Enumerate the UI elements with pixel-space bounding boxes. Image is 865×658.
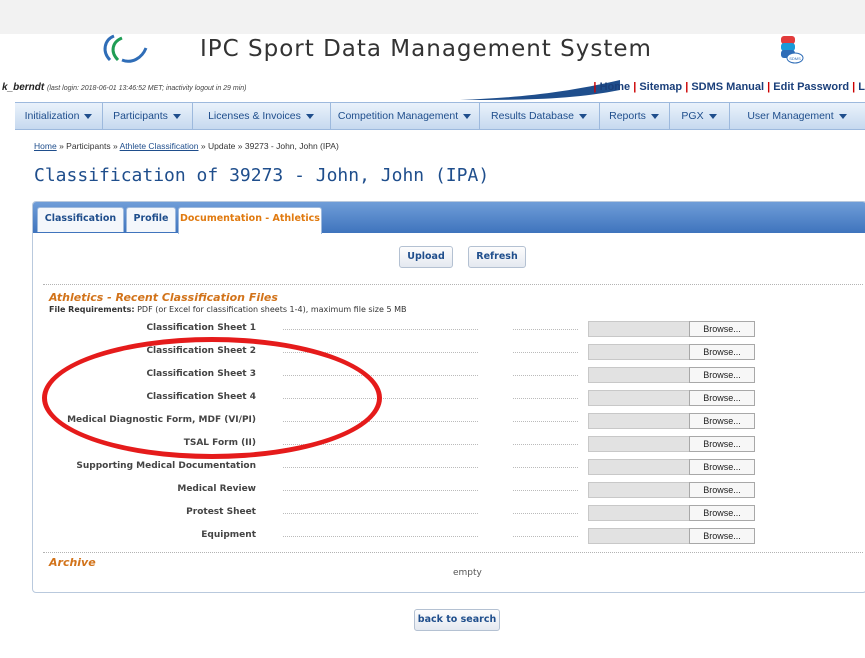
sdms-database-icon: SDMS	[781, 36, 804, 64]
file-input[interactable]	[588, 482, 690, 498]
file-input[interactable]	[588, 413, 690, 429]
file-input[interactable]	[588, 321, 690, 337]
chevron-down-icon	[305, 113, 314, 119]
top-band	[0, 0, 865, 34]
archive-title: Archive	[49, 556, 96, 569]
file-label: Classification Sheet 1	[146, 323, 256, 333]
breadcrumb-participants: Participants	[66, 141, 111, 151]
menu-reports[interactable]: Reports	[599, 103, 670, 129]
chevron-down-icon	[708, 113, 717, 119]
section-divider	[43, 552, 863, 553]
link-edit-password[interactable]: Edit Password	[773, 81, 849, 93]
tab-classification[interactable]: Classification	[37, 207, 124, 232]
chevron-down-icon	[84, 113, 93, 119]
chevron-down-icon	[463, 113, 472, 119]
browse-button[interactable]: Browse...	[689, 436, 755, 452]
browse-button[interactable]: Browse...	[689, 505, 755, 521]
file-row: Protest Sheet Browse...	[33, 501, 865, 524]
main-menu: Initialization Participants Licenses & I…	[15, 102, 865, 130]
ipc-logo-icon	[103, 34, 148, 63]
back-to-search-button[interactable]: back to search	[414, 609, 500, 631]
file-label: Equipment	[201, 530, 256, 540]
menu-competition-management[interactable]: Competition Management	[330, 103, 480, 129]
browse-button[interactable]: Browse...	[689, 528, 755, 544]
file-input[interactable]	[588, 528, 690, 544]
menu-licenses-invoices[interactable]: Licenses & Invoices	[192, 103, 331, 129]
browse-button[interactable]: Browse...	[689, 459, 755, 475]
menu-pgx[interactable]: PGX	[669, 103, 730, 129]
section-divider	[43, 284, 863, 285]
tab-strip: Classification Profile Documentation - A…	[33, 202, 865, 234]
file-input[interactable]	[588, 459, 690, 475]
red-annotation-circle	[42, 337, 382, 459]
page-title: Classification of 39273 - John, John (IP…	[34, 165, 490, 186]
browse-button[interactable]: Browse...	[689, 413, 755, 429]
file-row: Medical Review Browse...	[33, 478, 865, 501]
link-logout[interactable]: L	[858, 81, 865, 93]
file-row: Equipment Browse...	[33, 524, 865, 547]
top-links: | Home | Sitemap | SDMS Manual | Edit Pa…	[593, 81, 865, 93]
app-header: IPC Sport Data Management System SDMS	[0, 34, 865, 64]
file-row: Supporting Medical Documentation Browse.…	[33, 455, 865, 478]
menu-results-database[interactable]: Results Database	[479, 103, 600, 129]
file-row: Classification Sheet 1 Browse...	[33, 317, 865, 340]
file-input[interactable]	[588, 436, 690, 452]
breadcrumb-current: 39273 - John, John (IPA)	[244, 141, 339, 151]
menu-user-management[interactable]: User Management	[729, 103, 865, 129]
file-input[interactable]	[588, 390, 690, 406]
breadcrumb-home[interactable]: Home	[34, 141, 57, 151]
sdms-logo-text: SDMS	[789, 56, 801, 61]
login-info: (last login: 2018-06-01 13:46:52 MET; in…	[47, 85, 247, 92]
username: k_berndt	[2, 82, 45, 93]
browse-button[interactable]: Browse...	[689, 321, 755, 337]
browse-button[interactable]: Browse...	[689, 390, 755, 406]
link-sdms-manual[interactable]: SDMS Manual	[691, 81, 764, 93]
link-sitemap[interactable]: Sitemap	[639, 81, 682, 93]
file-label: Medical Review	[177, 484, 256, 494]
chevron-down-icon	[578, 113, 587, 119]
file-label: Supporting Medical Documentation	[76, 461, 256, 471]
recent-files-title: Athletics - Recent Classification Files	[49, 291, 278, 304]
browse-button[interactable]: Browse...	[689, 367, 755, 383]
app-title: IPC Sport Data Management System	[200, 36, 652, 62]
breadcrumb: Home » Participants » Athlete Classifica…	[34, 141, 339, 151]
file-input[interactable]	[588, 505, 690, 521]
file-input[interactable]	[588, 344, 690, 360]
link-home[interactable]: Home	[600, 81, 631, 93]
file-label: Protest Sheet	[186, 507, 256, 517]
user-bar: k_berndt (last login: 2018-06-01 13:46:5…	[0, 80, 865, 96]
breadcrumb-update: Update	[208, 141, 236, 151]
tab-profile[interactable]: Profile	[126, 207, 176, 232]
file-requirements: File Requirements: PDF (or Excel for cla…	[49, 305, 407, 314]
file-input[interactable]	[588, 367, 690, 383]
menu-initialization[interactable]: Initialization	[15, 103, 103, 129]
refresh-button[interactable]: Refresh	[468, 246, 526, 268]
chevron-down-icon	[838, 113, 847, 119]
browse-button[interactable]: Browse...	[689, 344, 755, 360]
chevron-down-icon	[650, 113, 659, 119]
chevron-down-icon	[172, 113, 181, 119]
tab-documentation-athletics[interactable]: Documentation - Athletics	[178, 207, 322, 234]
upload-button[interactable]: Upload	[399, 246, 453, 268]
breadcrumb-athlete-classification[interactable]: Athlete Classification	[120, 141, 199, 151]
browse-button[interactable]: Browse...	[689, 482, 755, 498]
archive-empty-text: empty	[453, 568, 482, 578]
menu-participants[interactable]: Participants	[102, 103, 193, 129]
